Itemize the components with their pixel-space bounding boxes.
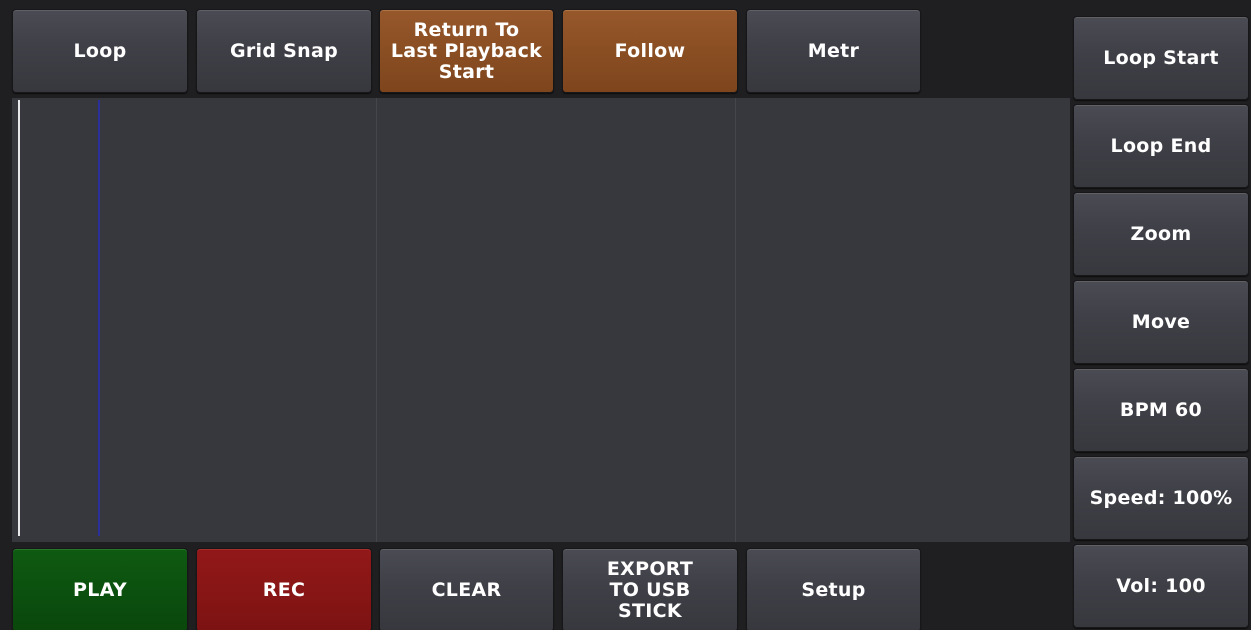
loop-start-marker[interactable] — [18, 100, 20, 536]
record-button[interactable]: REC — [196, 548, 372, 630]
loop-start-button[interactable]: Loop Start — [1073, 16, 1249, 100]
app-window: Loop Grid Snap Return To Last Playback S… — [0, 0, 1251, 630]
bpm-button[interactable]: BPM 60 — [1073, 368, 1249, 452]
bar-grid-line — [376, 98, 377, 542]
zoom-button[interactable]: Zoom — [1073, 192, 1249, 276]
loop-toggle-button[interactable]: Loop — [12, 9, 188, 93]
volume-button[interactable]: Vol: 100 — [1073, 544, 1249, 628]
move-button[interactable]: Move — [1073, 280, 1249, 364]
clear-button[interactable]: CLEAR — [379, 548, 554, 630]
grid-snap-toggle-button[interactable]: Grid Snap — [196, 9, 372, 93]
follow-toggle-button[interactable]: Follow — [562, 9, 738, 93]
export-to-usb-button[interactable]: EXPORT TO USB STICK — [562, 548, 738, 630]
return-to-last-playback-start-button[interactable]: Return To Last Playback Start — [379, 9, 554, 93]
timeline-area[interactable] — [12, 98, 1070, 542]
setup-button[interactable]: Setup — [746, 548, 921, 630]
playhead-cursor[interactable] — [98, 100, 100, 536]
loop-end-button[interactable]: Loop End — [1073, 104, 1249, 188]
bar-grid-line — [735, 98, 736, 542]
metronome-toggle-button[interactable]: Metr — [746, 9, 921, 93]
play-button[interactable]: PLAY — [12, 548, 188, 630]
speed-button[interactable]: Speed: 100% — [1073, 456, 1249, 540]
